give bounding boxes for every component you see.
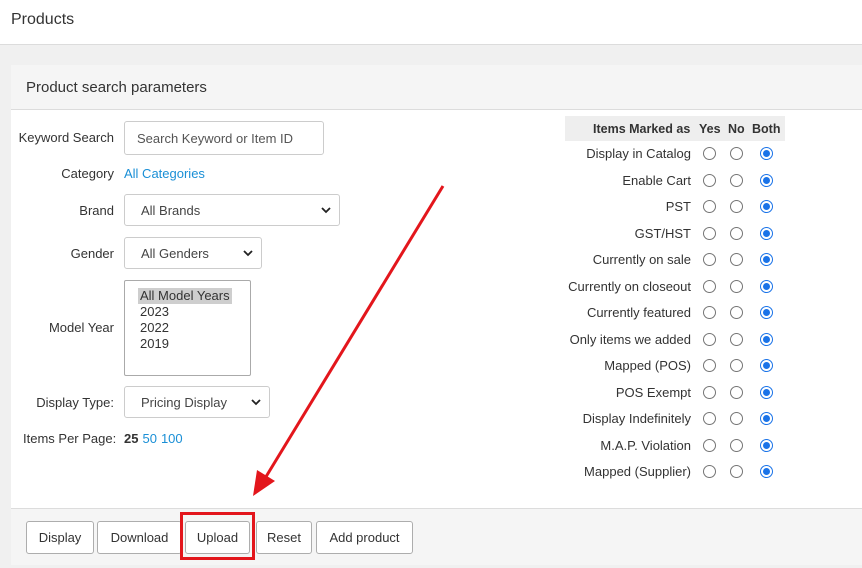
panel-title: Product search parameters	[26, 79, 207, 96]
download-button[interactable]: Download	[97, 521, 182, 554]
category-link[interactable]: All Categories	[124, 166, 205, 181]
items-per-page-label: Items Per Page:	[23, 431, 117, 446]
radio-both[interactable]	[760, 147, 773, 160]
attribute-label: Currently on closeout	[568, 279, 691, 294]
attribute-label: GST/HST	[634, 226, 691, 241]
items-per-page-100[interactable]: 100	[161, 431, 183, 446]
attributes-table-header: Items Marked as Yes No Both	[565, 116, 785, 141]
page-title: Products	[11, 11, 75, 28]
model-year-option[interactable]: All Model Years	[138, 288, 232, 304]
display-type-label: Display Type:	[36, 395, 114, 410]
radio-no[interactable]	[730, 439, 743, 452]
radio-yes[interactable]	[703, 439, 716, 452]
brand-select-value: All Brands	[141, 203, 201, 218]
display-type-select[interactable]: Pricing Display	[124, 386, 270, 418]
items-per-page-options: 25 50 100	[124, 431, 187, 446]
radio-no[interactable]	[730, 386, 743, 399]
radio-yes[interactable]	[703, 306, 716, 319]
radio-no[interactable]	[730, 333, 743, 346]
gender-select[interactable]: All Genders	[124, 237, 262, 269]
radio-both[interactable]	[760, 359, 773, 372]
model-year-option[interactable]: 2019	[138, 336, 171, 352]
radio-both[interactable]	[760, 200, 773, 213]
radio-yes[interactable]	[703, 147, 716, 160]
radio-no[interactable]	[730, 465, 743, 478]
attribute-label: Enable Cart	[622, 173, 691, 188]
radio-both[interactable]	[760, 174, 773, 187]
attribute-label: Currently on sale	[592, 252, 691, 267]
attribute-label: Mapped (POS)	[604, 358, 691, 373]
radio-both[interactable]	[760, 439, 773, 452]
product-search-panel: Product search parameters Keyword Search…	[11, 65, 862, 565]
header-both: Both	[752, 122, 781, 136]
keyword-search-label: Keyword Search	[18, 130, 114, 145]
attribute-label: Display in Catalog	[586, 146, 691, 161]
gender-label: Gender	[70, 246, 114, 261]
radio-no[interactable]	[730, 227, 743, 240]
panel-heading: Product search parameters	[11, 65, 862, 110]
radio-both[interactable]	[760, 280, 773, 293]
radio-both[interactable]	[760, 227, 773, 240]
brand-label: Brand	[79, 203, 114, 218]
radio-yes[interactable]	[703, 280, 716, 293]
attribute-label: POS Exempt	[615, 385, 691, 400]
radio-no[interactable]	[730, 306, 743, 319]
radio-yes[interactable]	[703, 386, 716, 399]
header-no: No	[728, 122, 745, 136]
model-year-label: Model Year	[48, 320, 114, 335]
radio-yes[interactable]	[703, 200, 716, 213]
keyword-search-input[interactable]	[124, 121, 324, 155]
radio-no[interactable]	[730, 280, 743, 293]
gender-select-value: All Genders	[141, 246, 209, 261]
add-product-button[interactable]: Add product	[316, 521, 413, 554]
attribute-label: Display Indefinitely	[582, 411, 691, 426]
chevron-down-icon	[321, 207, 331, 214]
header-yes: Yes	[699, 122, 721, 136]
radio-yes[interactable]	[703, 253, 716, 266]
attribute-label: Only items we added	[569, 332, 691, 347]
radio-no[interactable]	[730, 200, 743, 213]
attribute-label: PST	[665, 199, 691, 214]
model-year-listbox[interactable]: All Model Years 2023 2022 2019	[124, 280, 251, 376]
chevron-down-icon	[251, 399, 261, 406]
items-per-page-current: 25	[124, 431, 139, 446]
radio-yes[interactable]	[703, 227, 716, 240]
category-label: Category	[61, 166, 114, 181]
items-per-page-50[interactable]: 50	[142, 431, 156, 446]
chevron-down-icon	[243, 250, 253, 257]
attribute-label: Currently featured	[586, 305, 691, 320]
upload-button[interactable]: Upload	[185, 521, 250, 554]
reset-button[interactable]: Reset	[256, 521, 312, 554]
brand-select[interactable]: All Brands	[124, 194, 340, 226]
header-items-marked-as: Items Marked as	[593, 122, 691, 136]
model-year-option[interactable]: 2023	[138, 304, 171, 320]
radio-both[interactable]	[760, 465, 773, 478]
radio-no[interactable]	[730, 253, 743, 266]
radio-yes[interactable]	[703, 174, 716, 187]
radio-both[interactable]	[760, 253, 773, 266]
radio-yes[interactable]	[703, 465, 716, 478]
radio-no[interactable]	[730, 174, 743, 187]
action-bar: Display Download Upload Reset Add produc…	[11, 508, 862, 565]
attribute-label: M.A.P. Violation	[600, 438, 691, 453]
display-button[interactable]: Display	[26, 521, 94, 554]
radio-yes[interactable]	[703, 412, 716, 425]
page-header: Products	[0, 0, 862, 45]
radio-both[interactable]	[760, 386, 773, 399]
radio-no[interactable]	[730, 147, 743, 160]
radio-yes[interactable]	[703, 359, 716, 372]
model-year-option[interactable]: 2022	[138, 320, 171, 336]
radio-both[interactable]	[760, 333, 773, 346]
radio-no[interactable]	[730, 359, 743, 372]
display-type-select-value: Pricing Display	[141, 395, 227, 410]
radio-no[interactable]	[730, 412, 743, 425]
attribute-label: Mapped (Supplier)	[584, 464, 691, 479]
radio-yes[interactable]	[703, 333, 716, 346]
radio-both[interactable]	[760, 306, 773, 319]
radio-both[interactable]	[760, 412, 773, 425]
